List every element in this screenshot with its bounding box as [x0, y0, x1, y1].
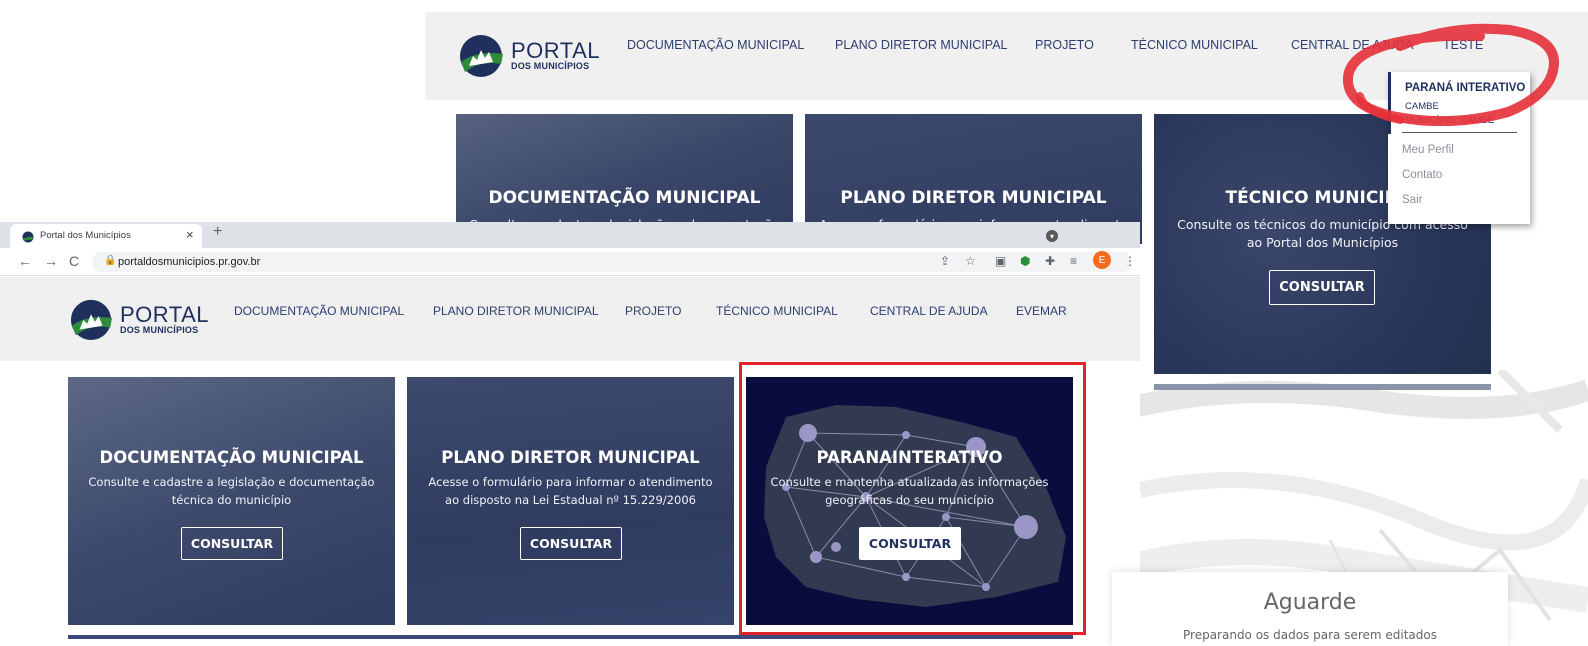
tab-title: Portal dos Municípios: [40, 230, 131, 241]
nav-documentacao[interactable]: DOCUMENTAÇÃO MUNICIPAL: [234, 304, 404, 318]
scroll-indicator-icon: ▾: [1046, 230, 1058, 242]
menu-kebab-icon[interactable]: ⋮: [1124, 254, 1136, 268]
dropdown-divider: [1402, 132, 1517, 133]
back-site-logo[interactable]: PORTAL DOS MUNICÍPIOS: [457, 32, 600, 78]
card-description-line1: Acesse o formulário para informar o aten…: [428, 475, 713, 489]
front-browser-window: Portal dos Municípios × + ← → C 🔒 portal…: [0, 222, 1140, 646]
card-title: PARANAINTERATIVO: [816, 448, 1003, 467]
logo-portal-text: PORTAL: [120, 301, 209, 327]
lock-icon: 🔒: [104, 255, 117, 266]
card-title: DOCUMENTAÇÃO MUNICIPAL: [99, 448, 364, 467]
portal-logo-icon: [70, 299, 113, 341]
user-dropdown-menu: PARANÁ INTERATIVO CAMBE MUNICÍPIO: CAMBÉ…: [1388, 72, 1530, 224]
card-documentacao-municipal[interactable]: DOCUMENTAÇÃO MUNICIPAL Consulte e cadast…: [68, 377, 395, 625]
extensions-puzzle-icon[interactable]: ✚: [1045, 254, 1055, 268]
card-title: PLANO DIRETOR MUNICIPAL: [840, 188, 1107, 208]
nav-central-ajuda[interactable]: CENTRAL DE AJUDA: [1291, 38, 1413, 52]
front-site-header: PORTAL DOS MUNICÍPIOS DOCUMENTAÇÃO MUNIC…: [0, 277, 1140, 361]
card-plano-diretor-municipal[interactable]: PLANO DIRETOR MUNICIPAL Acesse o formulá…: [407, 377, 734, 625]
consultar-button[interactable]: CONSULTAR: [181, 527, 283, 560]
nav-projeto[interactable]: PROJETO: [625, 304, 681, 318]
reload-icon[interactable]: C: [69, 253, 79, 269]
tab-close-icon[interactable]: ×: [186, 227, 194, 242]
dropdown-sair[interactable]: Sair: [1402, 194, 1422, 206]
back-arrow-icon[interactable]: ←: [18, 253, 32, 269]
favicon-icon: [22, 231, 34, 243]
new-tab-icon[interactable]: +: [213, 223, 222, 241]
dropdown-subtitle-cambe: CAMBE: [1405, 101, 1439, 112]
url-omnibox[interactable]: 🔒 portaldosmunicipios.pr.gov.br: [92, 252, 1132, 272]
nav-plano-diretor[interactable]: PLANO DIRETOR MUNICIPAL: [835, 38, 1008, 52]
dropdown-meu-perfil[interactable]: Meu Perfil: [1402, 144, 1454, 156]
consultar-button[interactable]: CONSULTAR: [520, 527, 622, 560]
forward-arrow-icon[interactable]: →: [44, 253, 58, 269]
card-title: DOCUMENTAÇÃO MUNICIPAL: [488, 188, 761, 208]
dropdown-title: PARANÁ INTERATIVO: [1405, 82, 1526, 94]
share-icon[interactable]: ⇪: [940, 254, 950, 268]
profile-avatar[interactable]: E: [1093, 251, 1111, 269]
nav-user-evemar[interactable]: EVEMAR: [1016, 304, 1067, 318]
front-site-logo[interactable]: PORTAL DOS MUNICÍPIOS: [68, 297, 209, 341]
nav-plano-diretor[interactable]: PLANO DIRETOR MUNICIPAL: [433, 304, 599, 318]
extension-shield-icon[interactable]: ⬢: [1020, 254, 1030, 268]
browser-address-bar: ← → C 🔒 portaldosmunicipios.pr.gov.br ⇪ …: [0, 248, 1140, 276]
logo-dos-municipios-text: DOS MUNICÍPIOS: [511, 60, 590, 71]
nav-documentacao[interactable]: DOCUMENTAÇÃO MUNICIPAL: [627, 38, 804, 52]
loading-title: Aguarde: [1263, 590, 1357, 615]
card-description-line2: ao disposto na Lei Estadual nº 15.229/20…: [445, 493, 696, 507]
nav-central-ajuda[interactable]: CENTRAL DE AJUDA: [870, 304, 988, 318]
dropdown-contato[interactable]: Contato: [1402, 169, 1442, 181]
nav-tecnico[interactable]: TÉCNICO MUNICIPAL: [716, 304, 838, 318]
card-title: PLANO DIRETOR MUNICIPAL: [441, 448, 700, 467]
nav-projeto[interactable]: PROJETO: [1035, 38, 1094, 52]
browser-tab[interactable]: Portal dos Municípios ×: [10, 224, 202, 248]
loading-panel: Aguarde Preparando os dados para serem e…: [1112, 572, 1508, 646]
reading-list-icon[interactable]: ≡: [1070, 254, 1077, 268]
consultar-button[interactable]: CONSULTAR: [1269, 270, 1375, 305]
card-description-line1: Consulte e cadastre a legislação e docum…: [88, 475, 375, 489]
dropdown-subtitle-municipio: MUNICÍPIO: CAMBÉ: [1405, 115, 1495, 126]
logo-dos-municipios-text: DOS MUNICÍPIOS: [120, 324, 199, 335]
logo-portal-text: PORTAL: [511, 37, 600, 63]
front-bottom-strip: [68, 635, 1073, 639]
card-description-line1: Consulte e mantenha atualizada as inform…: [770, 475, 1049, 489]
card-description-line2: geográficas do seu município: [825, 493, 994, 507]
loading-subtitle: Preparando os dados para serem editados: [1183, 628, 1437, 642]
bookmark-star-icon[interactable]: ☆: [965, 254, 976, 268]
dropdown-active-section[interactable]: PARANÁ INTERATIVO CAMBE MUNICÍPIO: CAMBÉ: [1388, 72, 1530, 134]
portal-logo-icon: [460, 35, 503, 77]
nav-tecnico[interactable]: TÉCNICO MUNICIPAL: [1131, 38, 1258, 52]
card-parana-interativo[interactable]: PARANAINTERATIVO Consulte e mantenha atu…: [746, 377, 1073, 625]
consultar-button[interactable]: CONSULTAR: [859, 527, 961, 560]
nav-user-teste[interactable]: TESTE: [1443, 38, 1483, 52]
card-bottom-strip: [1154, 384, 1491, 390]
url-text[interactable]: portaldosmunicipios.pr.gov.br: [118, 256, 260, 268]
extension-m-icon[interactable]: ▣: [995, 254, 1006, 268]
browser-tab-bar: Portal dos Municípios × +: [0, 222, 1140, 248]
card-description-line2: técnica do município: [171, 493, 292, 507]
